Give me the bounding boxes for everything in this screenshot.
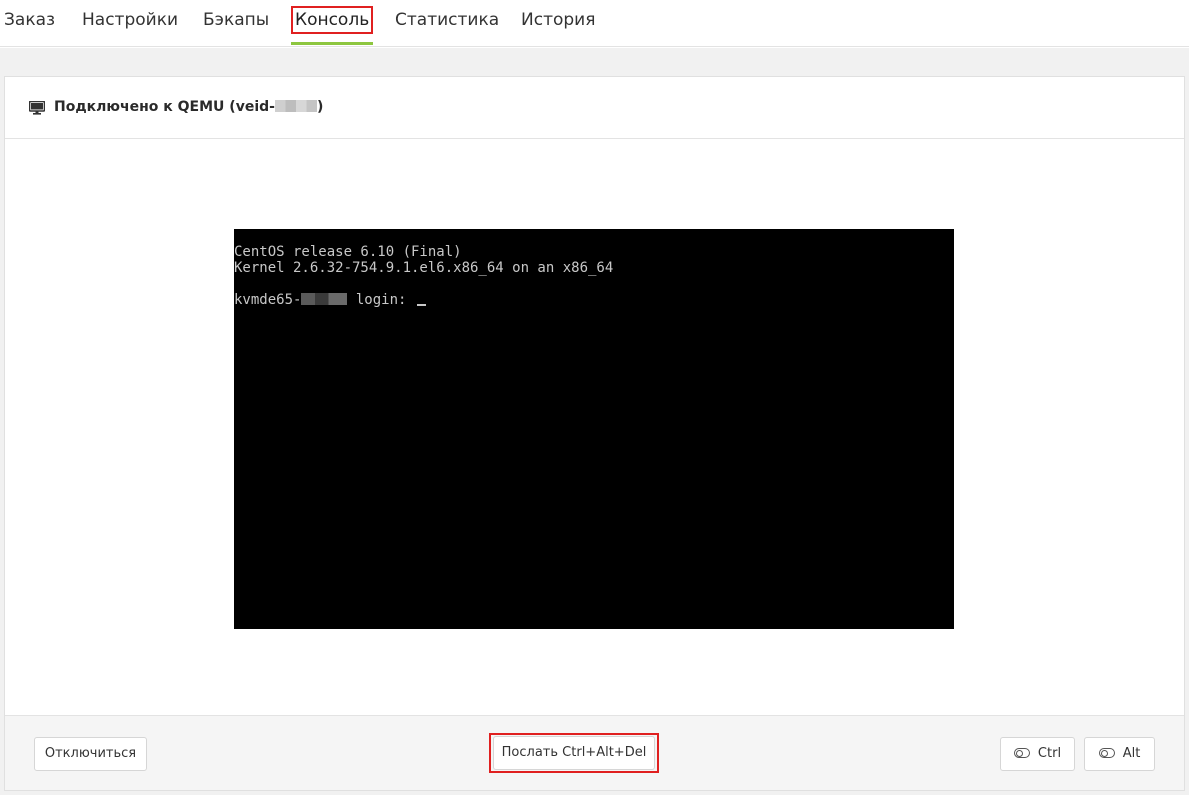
- tab-statistics[interactable]: Статистика: [395, 0, 499, 47]
- tab-order[interactable]: Заказ: [4, 0, 55, 47]
- ctrl-toggle-button[interactable]: Ctrl: [1000, 737, 1075, 771]
- tab-settings-label: Настройки: [82, 10, 179, 30]
- alt-toggle-button[interactable]: Alt: [1084, 737, 1155, 771]
- toggle-icon: [1098, 748, 1115, 758]
- tab-backups-label: Бэкапы: [203, 10, 270, 30]
- tab-bar: Заказ Настройки Бэкапы Консоль Статистик…: [0, 0, 1189, 47]
- console-line-login: kvmde65- login:: [234, 292, 426, 308]
- tab-backups[interactable]: Бэкапы: [203, 0, 269, 47]
- connection-status-prefix: Подключено к QEMU (veid-: [54, 99, 275, 115]
- tab-statistics-label: Статистика: [395, 10, 500, 30]
- console-footer: Отключиться Послать Ctrl+Alt+Del Ctrl Al…: [5, 715, 1184, 790]
- tab-settings[interactable]: Настройки: [82, 0, 178, 47]
- connection-status-title: Подключено к QEMU (veid-): [54, 97, 323, 117]
- send-ctrl-alt-del-button[interactable]: Послать Ctrl+Alt+Del: [493, 736, 655, 770]
- login-prompt: login:: [347, 292, 415, 308]
- tab-history-label: История: [521, 10, 596, 30]
- redacted-veid: [274, 100, 317, 112]
- redacted-hostname: [301, 293, 348, 305]
- monitor-icon: [29, 101, 45, 115]
- vnc-console-screen[interactable]: CentOS release 6.10 (Final) Kernel 2.6.3…: [234, 229, 954, 629]
- connection-status-suffix: ): [316, 99, 324, 115]
- console-line-release: CentOS release 6.10 (Final): [234, 244, 462, 260]
- active-tab-indicator: [291, 42, 374, 45]
- login-host-prefix: kvmde65-: [234, 292, 302, 308]
- tab-console-label: Консоль: [290, 6, 374, 34]
- tab-order-label: Заказ: [4, 10, 56, 30]
- disconnect-button[interactable]: Отключиться: [34, 737, 147, 771]
- ctrl-label: Ctrl: [1037, 746, 1062, 761]
- tab-console[interactable]: Консоль: [290, 0, 374, 47]
- console-panel-header: Подключено к QEMU (veid-): [5, 77, 1184, 139]
- tab-history[interactable]: История: [521, 0, 595, 47]
- text-cursor: [416, 304, 426, 306]
- console-panel: Подключено к QEMU (veid-) CentOS release…: [4, 76, 1185, 791]
- toggle-icon: [1013, 748, 1030, 758]
- content-area: Подключено к QEMU (veid-) CentOS release…: [0, 48, 1189, 795]
- alt-label: Alt: [1122, 746, 1141, 761]
- send-ctrl-alt-del-highlight: Послать Ctrl+Alt+Del: [489, 733, 659, 773]
- console-line-kernel: Kernel 2.6.32-754.9.1.el6.x86_64 on an x…: [234, 260, 614, 276]
